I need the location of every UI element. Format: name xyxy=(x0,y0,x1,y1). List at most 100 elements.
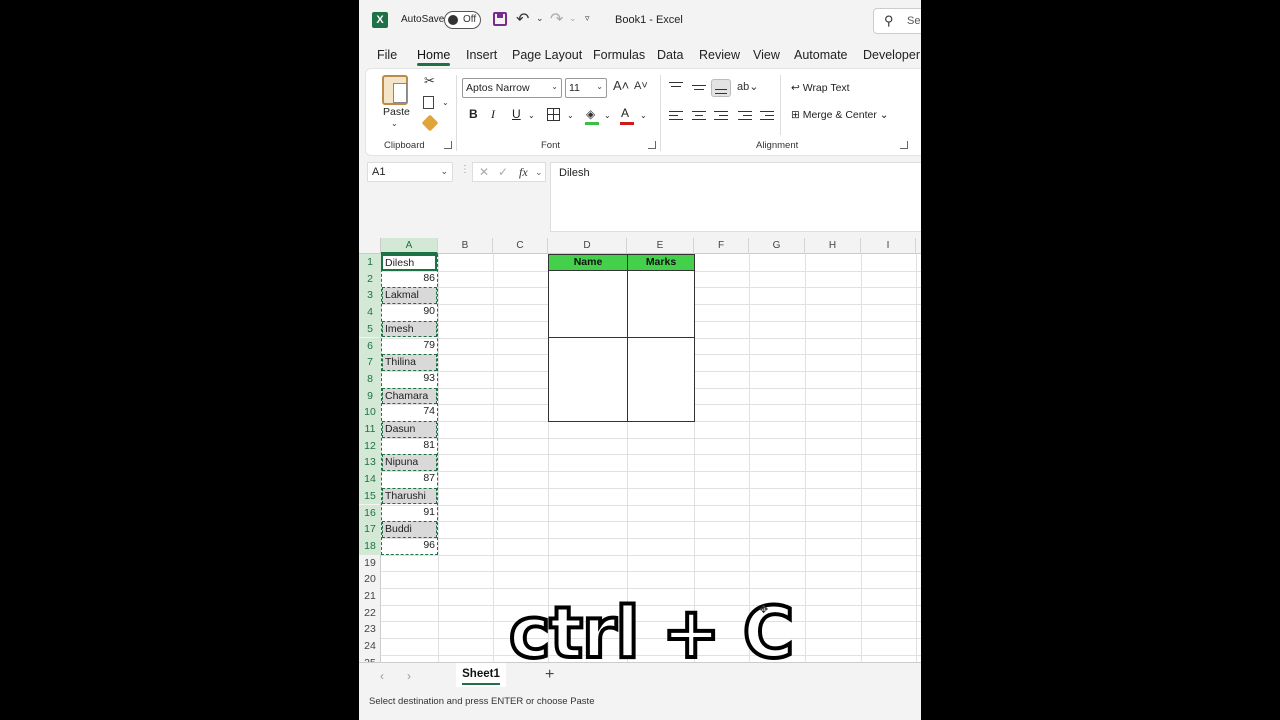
formula-input[interactable]: Dilesh xyxy=(550,162,921,232)
table-header-name[interactable]: Name xyxy=(548,254,628,271)
font-size-select[interactable]: 11 ⌄ xyxy=(565,78,607,98)
underline-button[interactable]: U xyxy=(512,107,521,121)
paste-dropdown-icon[interactable]: ⌄ xyxy=(391,119,398,128)
add-sheet-button[interactable]: + xyxy=(545,666,554,684)
cancel-icon[interactable]: ✕ xyxy=(479,165,489,179)
sheet-tab-sheet1[interactable]: Sheet1 xyxy=(456,663,506,687)
table-cell-name[interactable] xyxy=(548,387,628,406)
merge-center-button[interactable]: ⊞ Merge & Center ⌄ xyxy=(791,109,889,121)
row-header-10[interactable]: 10 xyxy=(359,404,381,421)
row-header-15[interactable]: 15 xyxy=(359,487,381,505)
wrap-text-button[interactable]: ↩ Wrap Text xyxy=(791,82,850,94)
row-header-19[interactable]: 19 xyxy=(359,555,381,572)
tab-insert[interactable]: Insert xyxy=(466,48,497,62)
table-cell-name[interactable] xyxy=(548,304,628,322)
tab-file[interactable]: File xyxy=(377,48,397,62)
copy-dropdown-icon[interactable]: ⌄ xyxy=(442,98,449,107)
tab-data[interactable]: Data xyxy=(657,48,683,62)
underline-dropdown-icon[interactable]: ⌄ xyxy=(528,111,535,120)
row-header-25[interactable]: 25 xyxy=(359,655,381,662)
paste-icon[interactable] xyxy=(382,75,408,105)
table-cell-marks[interactable] xyxy=(627,320,695,339)
table-cell-marks[interactable] xyxy=(627,337,695,356)
borders-icon[interactable] xyxy=(547,108,560,121)
table-cell-marks[interactable] xyxy=(627,387,695,406)
paste-button[interactable]: Paste xyxy=(383,106,410,118)
decrease-font-size-button[interactable]: A˅ xyxy=(634,80,648,92)
column-header-b[interactable]: B xyxy=(438,238,493,254)
autosave-toggle[interactable]: Off xyxy=(444,11,481,29)
row-header-24[interactable]: 24 xyxy=(359,638,381,655)
orientation-icon[interactable]: ab⌄ xyxy=(737,80,758,93)
font-color-dropdown-icon[interactable]: ⌄ xyxy=(640,111,647,120)
row-header-9[interactable]: 9 xyxy=(359,387,381,405)
spreadsheet-grid[interactable]: A B C D E F G H I 1 2 3 4 5 6 7 8 9 10 11 12 13 14 15 1… xyxy=(359,238,921,662)
table-cell-marks[interactable] xyxy=(627,270,695,289)
table-cell-name[interactable] xyxy=(548,287,628,306)
row-header-6[interactable]: 6 xyxy=(359,337,381,355)
column-header-g[interactable]: G xyxy=(749,238,805,254)
cut-icon[interactable]: ✂ xyxy=(424,73,435,89)
select-all-corner[interactable] xyxy=(359,238,381,254)
italic-button[interactable]: I xyxy=(491,107,495,122)
increase-indent-icon[interactable] xyxy=(760,111,774,122)
redo-dropdown-icon[interactable]: ⌄ xyxy=(569,13,577,24)
table-cell-name[interactable] xyxy=(548,354,628,372)
table-cell-name[interactable] xyxy=(548,320,628,339)
align-middle-icon[interactable] xyxy=(692,82,706,93)
bold-button[interactable]: B xyxy=(469,107,478,121)
align-top-icon[interactable] xyxy=(669,82,683,93)
fill-color-dropdown-icon[interactable]: ⌄ xyxy=(604,111,611,120)
row-header-3[interactable]: 3 xyxy=(359,287,381,305)
table-cell-marks[interactable] xyxy=(627,370,695,389)
align-left-icon[interactable] xyxy=(669,111,683,122)
align-bottom-icon[interactable] xyxy=(711,79,731,97)
tab-automate[interactable]: Automate xyxy=(794,48,848,62)
row-header-11[interactable]: 11 xyxy=(359,421,381,438)
row-header-4[interactable]: 4 xyxy=(359,304,381,321)
row-header-7[interactable]: 7 xyxy=(359,354,381,371)
table-header-marks[interactable]: Marks xyxy=(627,254,695,271)
row-header-20[interactable]: 20 xyxy=(359,571,381,588)
customize-toolbar-icon[interactable]: ▿ xyxy=(585,13,590,24)
borders-dropdown-icon[interactable]: ⌄ xyxy=(567,111,574,120)
column-header-h[interactable]: H xyxy=(805,238,861,254)
row-header-21[interactable]: 21 xyxy=(359,588,381,605)
table-cell-marks[interactable] xyxy=(627,287,695,306)
font-color-button[interactable]: A xyxy=(621,106,629,120)
alignment-launcher-icon[interactable] xyxy=(900,141,908,149)
table-cell-marks[interactable] xyxy=(627,404,695,422)
row-header-17[interactable]: 17 xyxy=(359,521,381,538)
fill-color-icon[interactable]: ◈ xyxy=(586,107,595,121)
row-header-14[interactable]: 14 xyxy=(359,471,381,488)
table-cell-name[interactable] xyxy=(548,404,628,422)
tab-developer[interactable]: Developer xyxy=(863,48,920,62)
column-header-d[interactable]: D xyxy=(548,238,627,254)
font-launcher-icon[interactable] xyxy=(648,141,656,149)
align-right-icon[interactable] xyxy=(714,111,728,122)
increase-font-size-button[interactable]: A˄ xyxy=(613,78,629,93)
undo-icon[interactable]: ↶ xyxy=(516,9,529,29)
table-cell-marks[interactable] xyxy=(627,354,695,372)
row-header-2[interactable]: 2 xyxy=(359,270,381,288)
clipboard-launcher-icon[interactable] xyxy=(444,141,452,149)
row-header-16[interactable]: 16 xyxy=(359,504,381,522)
row-header-23[interactable]: 23 xyxy=(359,621,381,638)
font-name-select[interactable]: Aptos Narrow ⌄ xyxy=(462,78,562,98)
name-box[interactable]: A1 ⌄ xyxy=(367,162,453,182)
column-header-a[interactable]: A xyxy=(381,238,438,254)
row-header-8[interactable]: 8 xyxy=(359,370,381,388)
column-header-f[interactable]: F xyxy=(694,238,749,254)
tab-page-layout[interactable]: Page Layout xyxy=(512,48,582,62)
tab-review[interactable]: Review xyxy=(699,48,740,62)
search-box[interactable]: ⚲ Se xyxy=(873,8,921,34)
column-header-c[interactable]: C xyxy=(493,238,548,254)
previous-sheet-icon[interactable]: ‹ xyxy=(380,669,384,683)
row-header-1[interactable]: 1 xyxy=(359,254,381,271)
enter-icon[interactable]: ✓ xyxy=(498,165,508,179)
column-header-i[interactable]: I xyxy=(861,238,916,254)
column-header-e[interactable]: E xyxy=(627,238,694,254)
undo-dropdown-icon[interactable]: ⌄ xyxy=(536,13,544,24)
tab-formulas[interactable]: Formulas xyxy=(593,48,645,62)
tab-home[interactable]: Home xyxy=(417,48,451,66)
